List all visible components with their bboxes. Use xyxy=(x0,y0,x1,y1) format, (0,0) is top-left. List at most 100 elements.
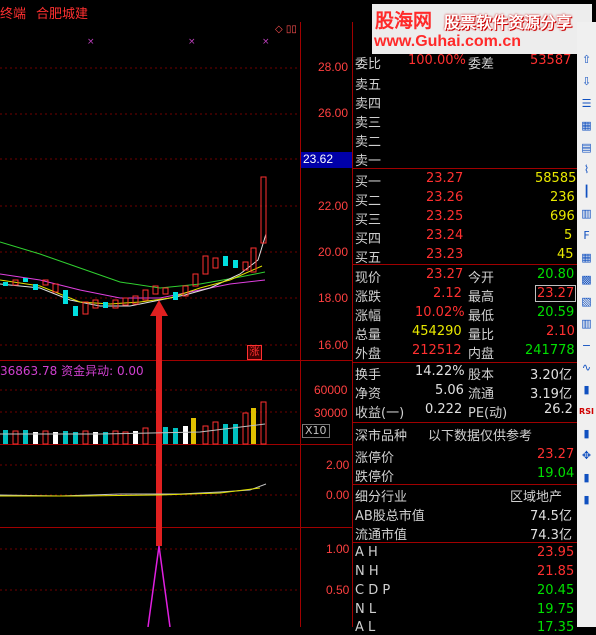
limit-down-label: 跌停价 xyxy=(355,470,395,485)
extra-label: A H xyxy=(355,545,378,560)
bid-3-vol: 696 xyxy=(550,209,575,224)
grid2-icon[interactable]: ▦ xyxy=(578,248,595,267)
ask-2-label: 卖二 xyxy=(355,135,382,150)
grid3-icon[interactable]: ▩ xyxy=(578,270,595,289)
svg-text:×: × xyxy=(188,37,196,47)
watermark-url: www.Guhai.com.cn xyxy=(374,33,521,50)
bid-4-label: 买四 xyxy=(355,232,382,247)
bars-icon[interactable]: ▥ xyxy=(578,204,595,223)
ab-cap-label: AB股总市值 xyxy=(355,509,425,524)
industry-label: 细分行业 xyxy=(355,490,408,505)
extra-label: N L xyxy=(355,602,377,617)
limit-up-label: 涨停价 xyxy=(355,451,395,466)
bars2-icon[interactable]: ▥ xyxy=(578,314,595,333)
quote-value: 212512 xyxy=(412,343,462,358)
grid-icon[interactable]: ▦ xyxy=(578,116,595,135)
industry-value[interactable]: 区域地产 xyxy=(510,486,562,505)
quote-label: 今开 xyxy=(468,271,495,286)
extra-label: A L xyxy=(355,620,376,635)
bid-4-price: 23.24 xyxy=(426,228,464,243)
bid-1-label: 买一 xyxy=(355,175,382,190)
quote-label: 最高 xyxy=(468,290,495,305)
volume-tick: 30000 xyxy=(314,406,348,420)
bid-3-label: 买三 xyxy=(355,213,382,228)
volume-tick: 60000 xyxy=(314,383,348,397)
extra-value: 17.35 xyxy=(537,620,575,635)
float-cap-value: 74.3亿 xyxy=(530,528,572,543)
bid-4-vol: 5 xyxy=(564,228,573,243)
quote-label: 外盘 xyxy=(355,347,382,362)
limit-up-mark: 涨 xyxy=(247,345,262,360)
quote-label: PE(动) xyxy=(468,406,508,421)
ask-1-label: 卖一 xyxy=(355,154,382,169)
extra-value: 23.95 xyxy=(537,545,575,560)
quote-value: 241778 xyxy=(525,343,575,358)
float-cap-label: 流通市值 xyxy=(355,528,408,543)
rsi-icon[interactable]: RSI xyxy=(578,402,595,421)
stock-name[interactable]: 合肥城建 xyxy=(36,3,88,22)
quote-value: 10.02% xyxy=(415,305,465,320)
extra-value: 21.85 xyxy=(537,564,575,579)
f10-icon[interactable]: F xyxy=(578,226,595,245)
ab-cap-value: 74.5亿 xyxy=(530,509,572,524)
extra-label: C D P xyxy=(355,583,391,598)
right-toolbar: ⇧ ⇩ ☰ ▦ ▤ ⌇ ┃ ▥ F ▦ ▩ ▧ ▥ − ∿ ▮ RSI ▮ ✥ … xyxy=(577,22,596,627)
down-arrow-icon[interactable]: ⇩ xyxy=(578,72,595,91)
quote-value: 5.06 xyxy=(435,383,464,398)
current-price-tag: 23.62 xyxy=(301,152,355,168)
cross-icon[interactable]: ✥ xyxy=(578,446,595,465)
bid-2-price: 23.26 xyxy=(426,190,464,205)
bar3-icon[interactable]: ▮ xyxy=(578,380,595,399)
weibi-label: 委比 xyxy=(355,57,382,72)
quote-label: 现价 xyxy=(355,271,382,286)
kline-chart[interactable]: × × × xyxy=(0,22,352,627)
quote-label: 量比 xyxy=(468,328,495,343)
quote-value: 0.222 xyxy=(425,402,463,417)
svg-text:×: × xyxy=(262,37,270,47)
extra-value: 20.45 xyxy=(537,583,575,598)
volume-legend: 36863.78 资金异动: 0.00 xyxy=(0,362,144,379)
volume-value: 36863.78 xyxy=(0,364,58,378)
ask-3-label: 卖三 xyxy=(355,116,382,131)
depth-icon[interactable]: ▧ xyxy=(578,292,595,311)
quote-label: 收益(一) xyxy=(355,406,405,421)
watermark-tagline: 股票软件资源分享 xyxy=(444,13,573,32)
bar4-icon[interactable]: ▮ xyxy=(578,424,595,443)
quote-label: 最低 xyxy=(468,309,495,324)
market-note: 以下数据仅供参考 xyxy=(428,429,533,444)
quote-label: 涨跌 xyxy=(355,290,382,305)
weibi-value: 100.00% xyxy=(408,53,466,68)
minus-icon[interactable]: − xyxy=(578,336,595,355)
list-icon[interactable]: ☰ xyxy=(578,94,595,113)
up-arrow-icon[interactable]: ⇧ xyxy=(578,50,595,69)
flow-value: 0.00 xyxy=(116,364,144,378)
watermark-brand: 股海网 xyxy=(375,10,433,32)
quote-label: 内盘 xyxy=(468,347,495,362)
volume-scale: X10 xyxy=(302,424,330,438)
market-label: 深市品种 xyxy=(355,429,408,444)
bid-2-vol: 236 xyxy=(550,190,575,205)
quote-value: 20.80 xyxy=(537,267,575,282)
bottom-tick: 1.00 xyxy=(326,542,350,556)
bar5-icon[interactable]: ▮ xyxy=(578,468,595,487)
wave-icon[interactable]: ∿ xyxy=(578,358,595,377)
quote-label: 总量 xyxy=(355,328,382,343)
weicha-label: 委差 xyxy=(468,57,495,72)
bottom-tick: 0.50 xyxy=(326,583,350,597)
quote-value: 454290 xyxy=(412,324,462,339)
quote-label: 换手 xyxy=(355,368,382,383)
quote-label: 涨幅 xyxy=(355,309,382,324)
ask-4-label: 卖四 xyxy=(355,97,382,112)
bar6-icon[interactable]: ▮ xyxy=(578,490,595,509)
quote-value: 14.22% xyxy=(415,364,465,379)
candle-icon[interactable]: ┃ xyxy=(578,182,595,201)
line-chart-icon[interactable]: ⌇ xyxy=(578,160,595,179)
quote-value: 23.27 xyxy=(535,285,577,302)
price-tick: 26.00 xyxy=(318,106,349,120)
limit-down-value: 19.04 xyxy=(537,466,575,481)
extra-label: N H xyxy=(355,564,379,579)
quote-value: 3.20亿 xyxy=(530,368,572,383)
bid-5-vol: 45 xyxy=(557,247,574,262)
bid-1-vol: 58585 xyxy=(535,171,577,186)
table-icon[interactable]: ▤ xyxy=(578,138,595,157)
